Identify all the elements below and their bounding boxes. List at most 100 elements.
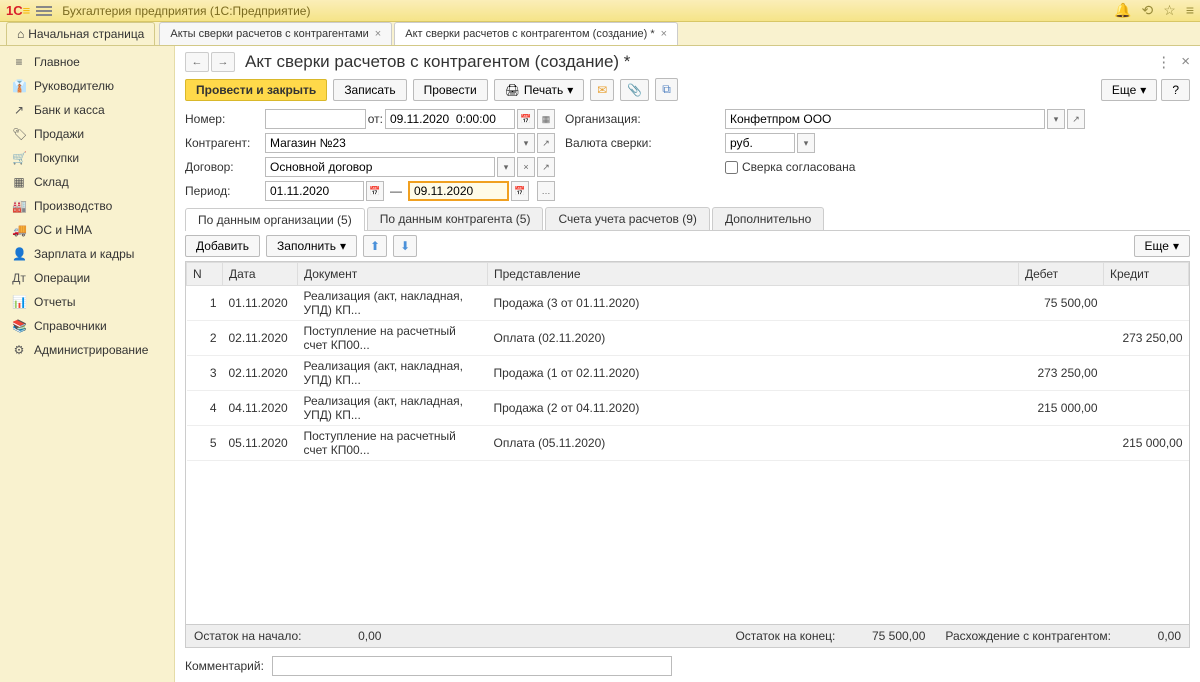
nav-icon: Дт — [12, 271, 26, 285]
sidebar-item-10[interactable]: 📊Отчеты — [0, 290, 174, 314]
table-row[interactable]: 302.11.2020Реализация (акт, накладная, У… — [187, 356, 1189, 391]
period-from-input[interactable] — [265, 181, 364, 201]
help-button[interactable]: ? — [1161, 79, 1190, 101]
history-icon[interactable]: ⟲ — [1142, 2, 1154, 19]
app-logo: 1C≡ — [6, 3, 30, 18]
star-icon[interactable]: ☆ — [1163, 2, 1176, 19]
number-input[interactable] — [265, 109, 366, 129]
related-button[interactable]: ⧉ — [655, 78, 678, 101]
agreed-checkbox[interactable] — [725, 161, 738, 174]
table-more-button[interactable]: Еще ▾ — [1134, 235, 1190, 257]
dropdown-icon[interactable]: ▾ — [497, 157, 515, 177]
open-icon[interactable]: ↗ — [537, 133, 555, 153]
nav-icon: ⚙ — [12, 343, 26, 357]
calendar-icon[interactable]: 📅 — [511, 181, 529, 201]
col-credit[interactable]: Кредит — [1104, 263, 1189, 286]
sidebar-item-1[interactable]: 👔Руководителю — [0, 74, 174, 98]
col-date[interactable]: Дата — [223, 263, 298, 286]
calendar-icon[interactable]: 📅 — [366, 181, 384, 201]
nav-label: Операции — [34, 271, 90, 285]
sidebar-item-12[interactable]: ⚙Администрирование — [0, 338, 174, 362]
app-title: Бухгалтерия предприятия (1С:Предприятие) — [62, 4, 310, 18]
close-icon[interactable]: × — [375, 28, 381, 40]
fill-button[interactable]: Заполнить ▾ — [266, 235, 357, 257]
subtab-0[interactable]: По данным организации (5) — [185, 208, 365, 231]
dropdown-icon[interactable]: ▾ — [1047, 109, 1065, 129]
bell-icon[interactable]: 🔔 — [1114, 2, 1131, 19]
print-button[interactable]: 🖨Печать▾ — [494, 79, 585, 101]
sidebar-item-3[interactable]: 🏷Продажи — [0, 122, 174, 146]
nav-icon: 🏭 — [12, 199, 26, 213]
table-row[interactable]: 404.11.2020Реализация (акт, накладная, У… — [187, 391, 1189, 426]
nav-forward-button[interactable]: → — [211, 52, 235, 72]
more-button[interactable]: Еще ▾ — [1101, 79, 1157, 101]
contragent-input[interactable] — [265, 133, 515, 153]
contract-input[interactable] — [265, 157, 495, 177]
printer-icon: 🖨 — [505, 83, 520, 97]
sidebar-item-5[interactable]: ▦ Склад — [0, 170, 174, 194]
move-down-button[interactable]: ⬇ — [393, 235, 417, 257]
nav-label: Руководителю — [34, 79, 114, 93]
col-doc[interactable]: Документ — [298, 263, 488, 286]
calendar-ext-icon[interactable]: ▦ — [537, 109, 555, 129]
move-up-button[interactable]: ⬆ — [363, 235, 387, 257]
tab-acts-list[interactable]: Акты сверки расчетов с контрагентами × — [159, 22, 392, 45]
col-n[interactable]: N — [187, 263, 223, 286]
contract-label: Договор: — [185, 160, 255, 174]
table-row[interactable]: 101.11.2020Реализация (акт, накладная, У… — [187, 286, 1189, 321]
table-row[interactable]: 505.11.2020Поступление на расчетный счет… — [187, 426, 1189, 461]
subtab-3[interactable]: Дополнительно — [712, 207, 824, 230]
period-picker-button[interactable]: … — [537, 181, 555, 201]
menu-right-icon[interactable]: ≡ — [1186, 2, 1194, 19]
sidebar-item-9[interactable]: Дт Операции — [0, 266, 174, 290]
open-icon[interactable]: ↗ — [1067, 109, 1085, 129]
nav-label: Главное — [34, 55, 80, 69]
tab-act-create[interactable]: Акт сверки расчетов с контрагентом (созд… — [394, 22, 678, 45]
from-label: от: — [368, 112, 383, 126]
close-icon[interactable]: × — [661, 28, 667, 40]
arrow-down-icon: ⬇ — [400, 239, 410, 253]
mail-button[interactable]: ✉ — [590, 79, 614, 101]
attach-button[interactable]: 📎 — [620, 79, 649, 101]
nav-icon: ↗ — [12, 103, 26, 117]
chevron-down-icon: ▾ — [340, 239, 346, 253]
comment-input[interactable] — [272, 656, 672, 676]
period-to-input[interactable] — [408, 181, 509, 201]
start-balance-label: Остаток на начало: — [194, 629, 301, 643]
date-input[interactable] — [385, 109, 515, 129]
main-menu-icon[interactable] — [36, 3, 52, 19]
write-button[interactable]: Записать — [333, 79, 406, 101]
post-and-close-button[interactable]: Провести и закрыть — [185, 79, 327, 101]
sidebar-item-6[interactable]: 🏭Производство — [0, 194, 174, 218]
calendar-icon[interactable]: 📅 — [517, 109, 535, 129]
nav-icon: ▦ — [12, 175, 26, 189]
currency-input[interactable] — [725, 133, 795, 153]
post-button[interactable]: Провести — [413, 79, 488, 101]
open-icon[interactable]: ↗ — [537, 157, 555, 177]
kebab-icon[interactable]: ⋮ — [1156, 53, 1171, 71]
sidebar-item-0[interactable]: ≡Главное — [0, 50, 174, 74]
sidebar-item-11[interactable]: 📚Справочники — [0, 314, 174, 338]
nav-label: Склад — [34, 175, 69, 189]
sidebar-item-2[interactable]: ↗Банк и касса — [0, 98, 174, 122]
paperclip-icon: 📎 — [627, 83, 642, 97]
add-row-button[interactable]: Добавить — [185, 235, 260, 257]
diff-label: Расхождение с контрагентом: — [945, 629, 1111, 643]
home-tab[interactable]: ⌂ Начальная страница — [6, 22, 155, 45]
org-input[interactable] — [725, 109, 1045, 129]
dropdown-icon[interactable]: ▾ — [797, 133, 815, 153]
agreed-label: Сверка согласована — [742, 160, 855, 174]
nav-back-button[interactable]: ← — [185, 52, 209, 72]
close-page-icon[interactable]: × — [1181, 53, 1190, 71]
table-row[interactable]: 202.11.2020Поступление на расчетный счет… — [187, 321, 1189, 356]
sidebar-item-4[interactable]: 🛒Покупки — [0, 146, 174, 170]
col-debit[interactable]: Дебет — [1019, 263, 1104, 286]
nav-icon: 👤 — [12, 247, 26, 261]
dropdown-icon[interactable]: ▾ — [517, 133, 535, 153]
subtab-2[interactable]: Счета учета расчетов (9) — [545, 207, 709, 230]
subtab-1[interactable]: По данным контрагента (5) — [367, 207, 544, 230]
clear-icon[interactable]: × — [517, 157, 535, 177]
sidebar-item-7[interactable]: 🚚ОС и НМА — [0, 218, 174, 242]
col-repr[interactable]: Представление — [488, 263, 1019, 286]
sidebar-item-8[interactable]: 👤Зарплата и кадры — [0, 242, 174, 266]
